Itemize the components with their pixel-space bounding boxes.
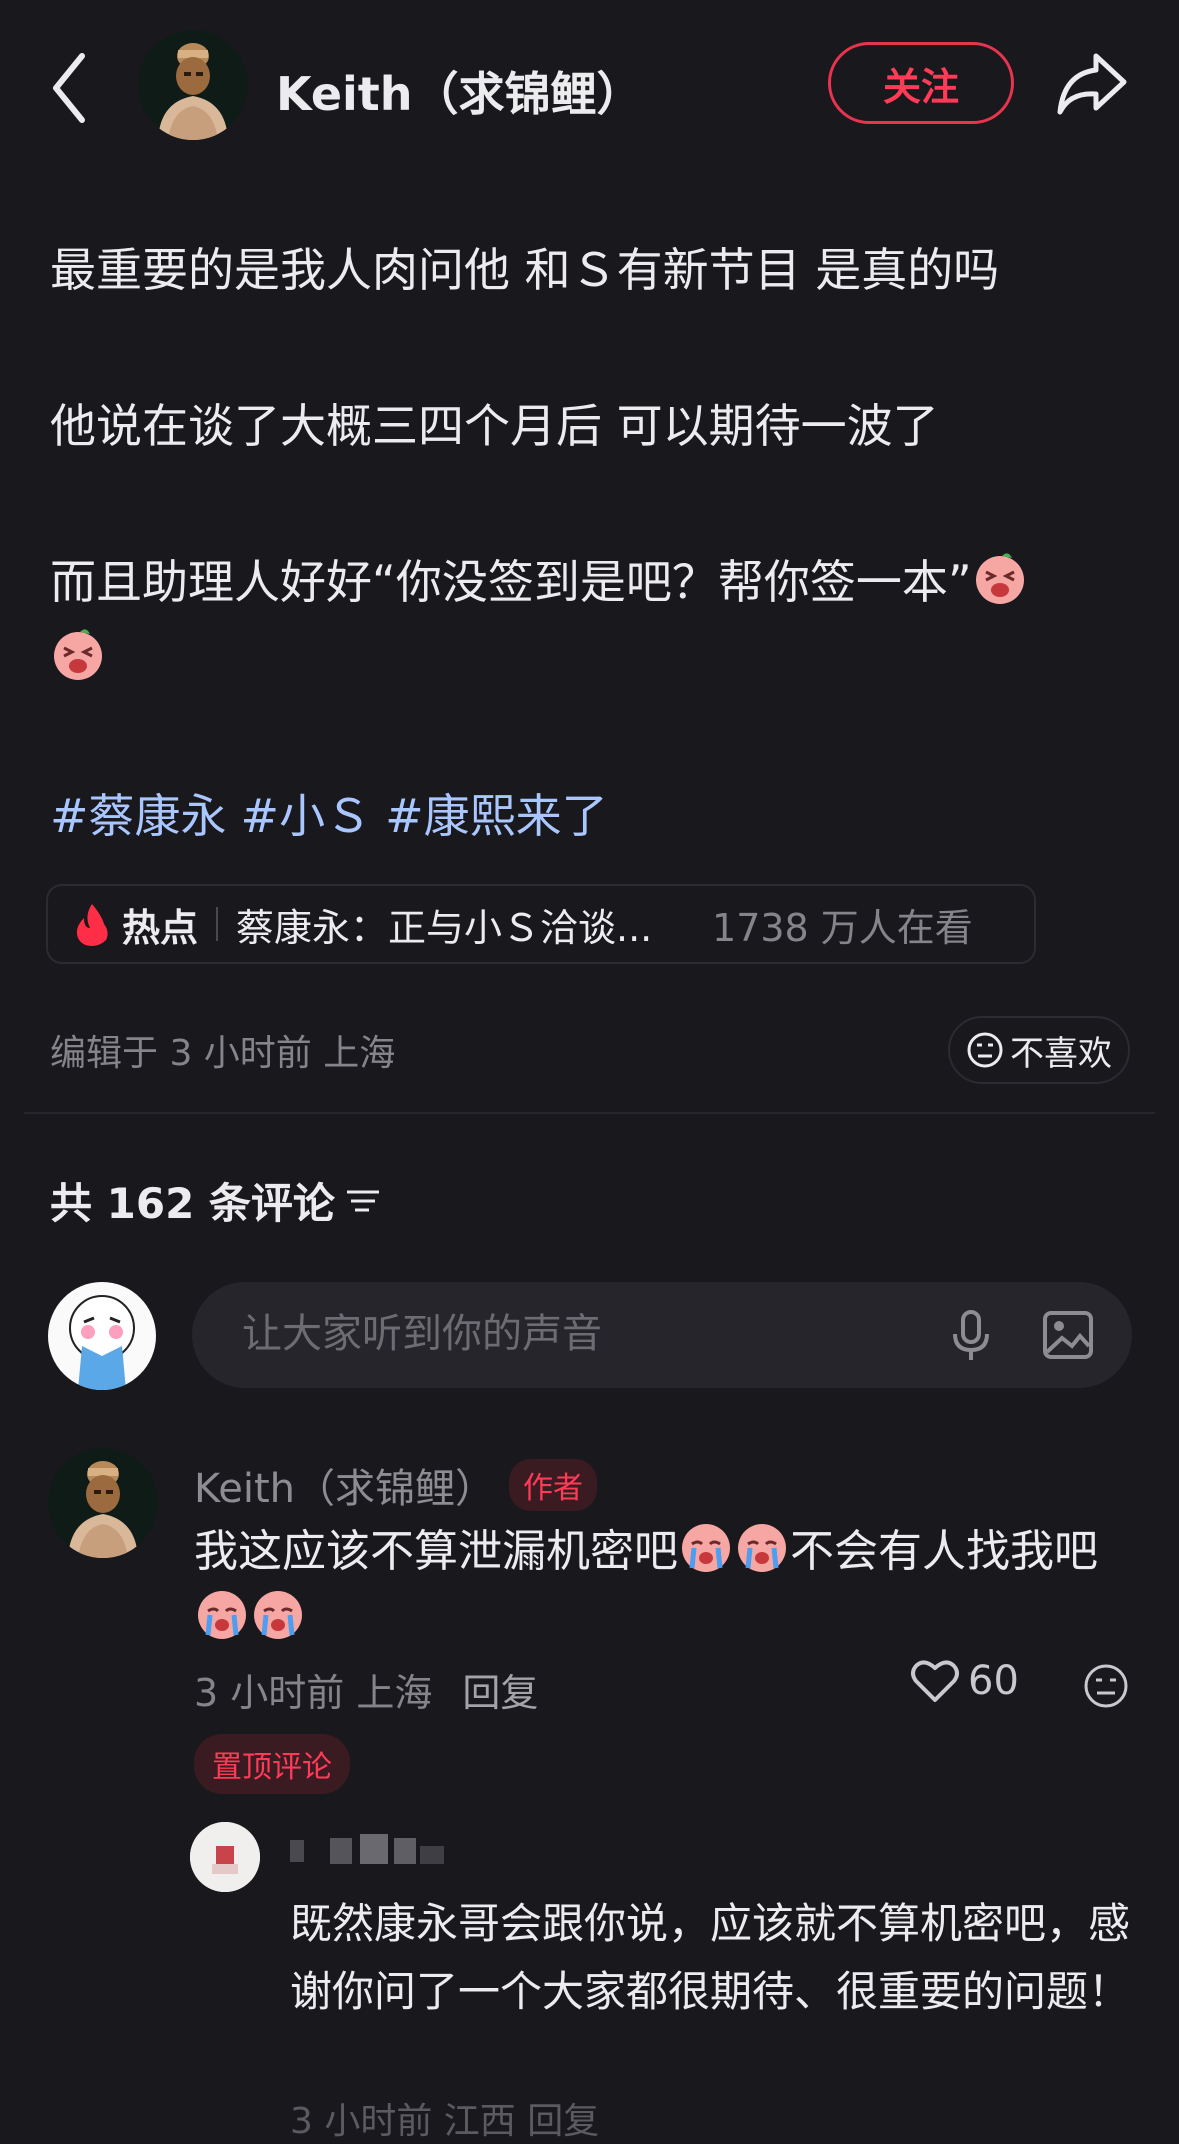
neutral-face-icon[interactable] [1082, 1662, 1130, 1710]
hot-topic-card[interactable]: 热点 蔡康永：正与小Ｓ洽谈... 1738 万人在看 [46, 884, 1036, 964]
crying-emoji-icon [254, 1591, 302, 1639]
comments-count-text: 共 162 条评论 [50, 1179, 335, 1228]
microphone-icon[interactable] [944, 1308, 998, 1362]
hot-divider [216, 907, 219, 941]
comment-text-part-2: 不会有人找我吧 [790, 1526, 1098, 1577]
comment-author[interactable]: Keith（求锦鲤） 作者 [194, 1456, 597, 1514]
crying-emoji-icon [198, 1591, 246, 1639]
filter-lines-icon[interactable] [345, 1186, 381, 1216]
hot-topic-title: 蔡康永：正与小Ｓ洽谈... [236, 905, 653, 950]
comment-meta: 3 小时前 上海 回复 [194, 1662, 538, 1717]
post-paragraph-1: 最重要的是我人肉问他 和Ｓ有新节目 是真的吗 [50, 243, 1000, 297]
comment-input[interactable] [240, 1310, 944, 1358]
crying-emoji-icon [682, 1524, 730, 1572]
dislike-button[interactable]: 不喜欢 [948, 1016, 1130, 1084]
comment-text: 我这应该不算泄漏机密吧 不会有人找我吧 [194, 1518, 1144, 1652]
comment-author-name[interactable]: Keith（求锦鲤） [194, 1456, 495, 1514]
comment-text-part-1: 我这应该不算泄漏机密吧 [194, 1526, 678, 1577]
hashtag-link[interactable]: #蔡康永 [50, 789, 227, 843]
laughing-emoji-icon [975, 553, 1024, 604]
reply-meta: 3 小时前 江西 回复 [290, 2101, 600, 2142]
comment-input-box[interactable] [192, 1282, 1132, 1388]
like-button[interactable]: 60 [910, 1658, 1019, 1704]
hashtag-link[interactable]: #小Ｓ [241, 789, 372, 843]
comment-author-avatar[interactable] [48, 1448, 158, 1558]
post-paragraph-3-text: 而且助理人好好“你没签到是吧？帮你签一本” [50, 555, 972, 609]
hashtag-list: #蔡康永 #小Ｓ #康熙来了 [50, 780, 622, 846]
hot-label: 热点 [122, 905, 199, 950]
post-paragraph-2: 他说在谈了大概三四个月后 可以期待一波了 [50, 399, 939, 453]
follow-button[interactable]: 关注 [828, 42, 1014, 124]
author-badge: 作者 [509, 1459, 597, 1511]
author-name[interactable]: Keith（求锦鲤） [276, 58, 643, 124]
neutral-face-icon [967, 1032, 1003, 1068]
flame-icon [76, 904, 108, 946]
like-count: 60 [968, 1658, 1019, 1704]
reply-author-avatar[interactable] [190, 1822, 260, 1892]
pinned-comment-badge: 置顶评论 [194, 1734, 350, 1794]
share-icon[interactable] [1056, 50, 1128, 118]
crying-emoji-icon [738, 1524, 786, 1572]
comment-time-location: 3 小时前 上海 [194, 1671, 433, 1715]
heart-icon [911, 1660, 959, 1702]
reply-text: 既然康永哥会跟你说，应该就不算机密吧，感谢你问了一个大家都很期待、很重要的问题！ [290, 1899, 1131, 2016]
image-icon[interactable] [1042, 1310, 1094, 1360]
post-meta: 编辑于 3 小时前 上海 [50, 1033, 396, 1074]
current-user-avatar [48, 1282, 156, 1390]
author-avatar[interactable] [138, 30, 248, 140]
laughing-emoji-icon [54, 629, 102, 680]
section-divider [24, 1112, 1155, 1114]
comments-count-header[interactable]: 共 162 条评论 [50, 1170, 381, 1231]
post-paragraph-3: 而且助理人好好“你没签到是吧？帮你签一本” [50, 550, 1028, 614]
reply-author-name-redacted [290, 1834, 444, 1864]
dislike-label: 不喜欢 [1010, 1033, 1112, 1074]
hashtag-link[interactable]: #康熙来了 [385, 789, 608, 843]
reply-button[interactable]: 回复 [462, 1671, 538, 1715]
hot-viewer-count: 1738 万人在看 [712, 905, 973, 950]
back-arrow-icon[interactable] [50, 48, 90, 128]
